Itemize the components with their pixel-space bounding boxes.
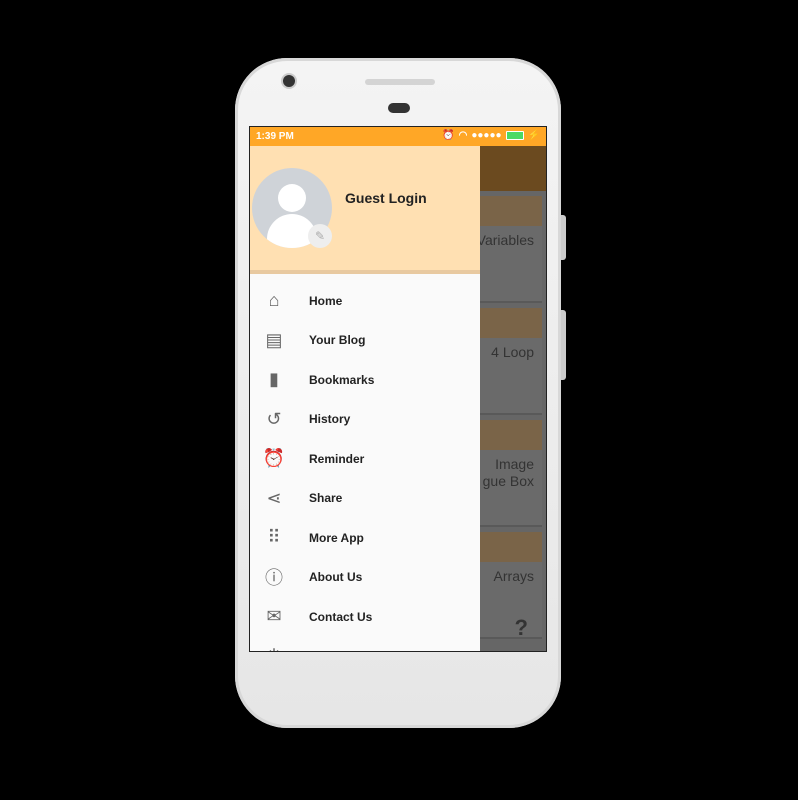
drawer-item-label: Bookmarks xyxy=(309,372,375,387)
drawer-item-about-us[interactable]: ⓘ About Us xyxy=(250,558,480,597)
drawer-item-contact-us[interactable]: ✉ Contact Us xyxy=(250,597,480,636)
status-bar: 1:39 PM ⏰ ◠ ●●●●● ⚡ xyxy=(250,127,546,146)
drawer-item-label: Contact Us xyxy=(309,609,373,624)
history-icon: ↺ xyxy=(266,408,282,429)
volume-button xyxy=(561,215,566,260)
power-button xyxy=(561,310,566,380)
drawer-item-label: Share xyxy=(309,491,343,505)
user-name[interactable]: Guest Login xyxy=(345,190,427,206)
drawer-item-reminder[interactable]: ⏰ Reminder xyxy=(250,439,480,478)
drawer-item-label: More App xyxy=(309,530,364,545)
drawer-item-label: Your Blog xyxy=(309,333,366,347)
front-camera xyxy=(283,75,295,87)
share-icon: ⋖ xyxy=(266,487,282,508)
screen: 1:39 PM ⏰ ◠ ●●●●● ⚡ Variables 4 Loop Ima… xyxy=(249,126,547,652)
alarm-status-icon: ⏰ xyxy=(442,130,455,141)
edit-avatar-icon[interactable]: ✎ xyxy=(308,224,332,248)
drawer-item-label: History xyxy=(309,412,351,426)
info-icon: ⓘ xyxy=(265,568,283,588)
wifi-icon: ◠ xyxy=(458,130,468,141)
battery-icon xyxy=(505,131,524,140)
drawer-item-share[interactable]: ⋖ Share xyxy=(250,479,480,518)
mail-icon: ✉ xyxy=(266,606,282,626)
help-icon[interactable]: ? xyxy=(515,615,528,641)
home-icon: ⌂ xyxy=(268,290,280,310)
power-icon: ⏻ xyxy=(261,646,287,652)
bookmark-icon: ▮ xyxy=(269,369,279,389)
navigation-drawer: ✎ Guest Login ⌂ Home ▤ Your Blog ▮ Bookmarks ↺… xyxy=(250,146,480,651)
drawer-item-more-app[interactable]: ⠿ More App xyxy=(250,518,480,557)
drawer-item-bookmarks[interactable]: ▮ Bookmarks xyxy=(250,360,480,399)
apps-grid-icon: ⠿ xyxy=(267,527,281,547)
main-content-dimmed[interactable]: Variables 4 Loop Image gue Box Arrays ? xyxy=(460,146,546,651)
drawer-item-home[interactable]: ⌂ Home xyxy=(250,281,480,320)
drawer-item-label: About Us xyxy=(309,570,363,584)
drawer-item-power[interactable]: ⏻ xyxy=(250,637,480,652)
drawer-item-your-blog[interactable]: ▤ Your Blog xyxy=(250,321,480,360)
status-time: 1:39 PM xyxy=(256,131,294,142)
drawer-item-label: Reminder xyxy=(309,451,365,466)
signal-icon: ●●●●● xyxy=(471,130,502,141)
sensor xyxy=(388,103,410,113)
blog-icon: ▤ xyxy=(265,329,283,350)
speaker xyxy=(365,79,435,85)
drawer-item-label: Home xyxy=(309,293,343,308)
charging-icon: ⚡ xyxy=(527,130,540,141)
alarm-icon: ⏰ xyxy=(262,448,286,468)
drawer-item-history[interactable]: ↺ History xyxy=(250,400,480,439)
app-bar xyxy=(480,146,546,191)
drawer-header: ✎ Guest Login xyxy=(250,146,480,274)
